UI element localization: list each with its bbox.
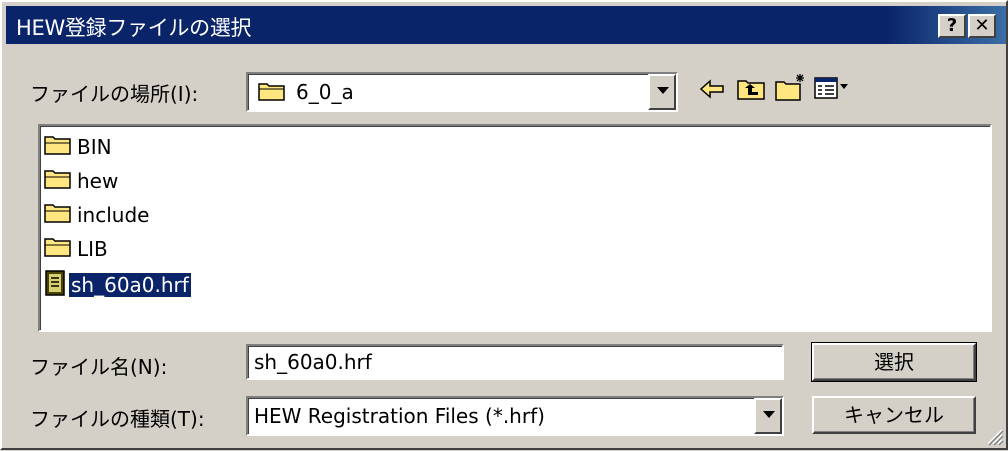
- file-select-dialog: HEW登録ファイルの選択 ? ✕ ファイルの場所(I): 6_0_a BIN h…: [0, 0, 1008, 450]
- back-arrow-icon[interactable]: [699, 78, 725, 105]
- file-name-value: sh_60a0.hrf: [254, 350, 372, 374]
- cancel-button[interactable]: キャンセル: [812, 396, 976, 434]
- folder-icon: [44, 236, 72, 263]
- view-menu-icon[interactable]: [814, 76, 850, 105]
- list-item-folder[interactable]: LIB: [44, 234, 110, 264]
- file-type-dropdown[interactable]: HEW Registration Files (*.hrf): [246, 396, 784, 436]
- new-folder-icon[interactable]: [774, 72, 808, 107]
- folder-icon: [44, 202, 72, 229]
- list-item-label: sh_60a0.hrf: [68, 272, 192, 298]
- list-item-folder[interactable]: BIN: [44, 132, 114, 162]
- document-icon: [44, 269, 66, 301]
- look-in-label: ファイルの場所(I):: [30, 82, 199, 106]
- file-type-dropdown-arrow[interactable]: [754, 398, 782, 434]
- file-type-value: HEW Registration Files (*.hrf): [254, 404, 545, 428]
- file-name-input[interactable]: sh_60a0.hrf: [246, 344, 784, 380]
- window-title: HEW登録ファイルの選択: [16, 16, 252, 40]
- list-item-folder[interactable]: hew: [44, 166, 120, 196]
- list-item-label: LIB: [77, 237, 108, 261]
- file-name-label: ファイル名(N):: [30, 355, 168, 379]
- look-in-dropdown[interactable]: 6_0_a: [246, 72, 678, 112]
- file-list[interactable]: BIN hew include LIB sh_60a0.hrf: [38, 124, 992, 332]
- list-item-label: hew: [77, 169, 119, 193]
- resize-grip-icon[interactable]: [984, 426, 1004, 451]
- up-folder-icon[interactable]: [736, 77, 766, 106]
- list-item-file[interactable]: sh_60a0.hrf: [44, 269, 192, 301]
- list-item-folder[interactable]: include: [44, 200, 151, 230]
- help-button[interactable]: ?: [938, 14, 966, 38]
- close-button[interactable]: ✕: [968, 14, 996, 38]
- list-item-label: BIN: [77, 135, 112, 159]
- folder-icon: [44, 168, 72, 195]
- look-in-value: 6_0_a: [296, 80, 354, 104]
- file-type-label: ファイルの種類(T):: [30, 407, 205, 431]
- title-bar[interactable]: HEW登録ファイルの選択 ? ✕: [6, 6, 1006, 44]
- look-in-dropdown-arrow[interactable]: [648, 74, 676, 110]
- folder-icon: [44, 134, 72, 161]
- select-button[interactable]: 選択: [811, 342, 977, 382]
- folder-icon: [258, 81, 286, 106]
- list-item-label: include: [77, 203, 150, 227]
